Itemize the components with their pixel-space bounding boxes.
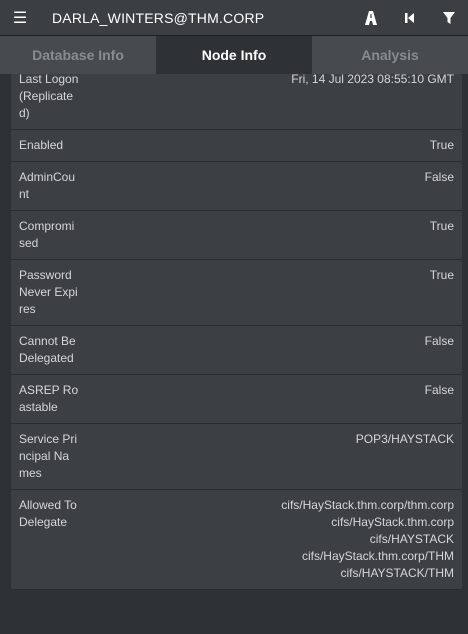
- property-label: Password Never Expires: [19, 268, 78, 316]
- property-value: True: [79, 218, 454, 235]
- property-label: Cannot Be Delegated: [19, 334, 76, 365]
- pathfinding-button[interactable]: [351, 0, 390, 35]
- node-search-input[interactable]: DARLA_WINTERS@THM.CORP: [40, 10, 351, 26]
- node-info-panel[interactable]: Last Logon (Replicated) Fri, 14 Jul 2023 …: [0, 74, 468, 634]
- property-label: ASREP Roastable: [19, 383, 79, 414]
- property-value-line: False: [424, 334, 454, 348]
- filter-icon: [442, 11, 455, 24]
- property-value-line: cifs/HayStack.thm.corp/thm.corp: [281, 498, 454, 512]
- property-row: Password Never Expires True: [11, 260, 462, 326]
- property-value-line: cifs/HayStack.thm.corp: [331, 515, 454, 529]
- property-value-line: cifs/HAYSTACK: [369, 532, 454, 546]
- property-label: Service Principal Names: [19, 432, 78, 480]
- property-value: True: [79, 137, 454, 154]
- property-row: Compromised True: [11, 211, 462, 260]
- property-value-line: True: [429, 268, 454, 282]
- property-row: Cannot Be Delegated False: [11, 326, 462, 375]
- tab-node-info[interactable]: Node Info: [156, 36, 312, 74]
- property-value-line: cifs/HAYSTACK/THM: [340, 566, 454, 580]
- menu-button[interactable]: ☰: [0, 0, 40, 35]
- property-value-line: True: [429, 219, 454, 233]
- property-label: AdminCount: [19, 170, 76, 201]
- property-value-line: POP3/HAYSTACK: [355, 432, 454, 446]
- property-value: Fri, 14 Jul 2023 08:55:10 GMT: [79, 74, 454, 88]
- tab-bar: Database Info Node Info Analysis: [0, 36, 468, 74]
- property-value-line: False: [424, 383, 454, 397]
- top-bar: ☰ DARLA_WINTERS@THM.CORP: [0, 0, 468, 36]
- back-icon: [404, 12, 414, 23]
- property-value: cifs/HayStack.thm.corp/thm.corp cifs/HayS…: [79, 497, 454, 582]
- back-button[interactable]: [390, 0, 429, 35]
- property-label: Enabled: [19, 138, 64, 152]
- pathfinding-icon: [364, 10, 377, 25]
- property-value: True: [79, 267, 454, 284]
- property-value: False: [79, 333, 454, 350]
- property-value: False: [79, 169, 454, 186]
- property-value-line: Fri, 14 Jul 2023 08:55:10 GMT: [291, 74, 454, 86]
- property-row: ASREP Roastable False: [11, 375, 462, 424]
- property-value-line: True: [429, 138, 454, 152]
- property-label: Compromised: [19, 219, 75, 250]
- property-label: Allowed To Delegate: [19, 498, 77, 529]
- property-row: AdminCount False: [11, 162, 462, 211]
- property-row: Allowed To Delegate cifs/HayStack.thm.cor…: [11, 490, 462, 590]
- tab-database-info[interactable]: Database Info: [0, 36, 156, 74]
- property-row: Enabled True: [11, 130, 462, 162]
- property-value-line: False: [424, 170, 454, 184]
- property-value: False: [79, 382, 454, 399]
- properties-table: Last Logon (Replicated) Fri, 14 Jul 2023 …: [11, 74, 462, 590]
- menu-icon: ☰: [12, 9, 28, 27]
- property-row: Service Principal Names POP3/HAYSTACK: [11, 424, 462, 490]
- property-value: POP3/HAYSTACK: [79, 431, 454, 448]
- property-row: Last Logon (Replicated) Fri, 14 Jul 2023 …: [11, 74, 462, 130]
- filter-button[interactable]: [429, 0, 468, 35]
- property-value-line: cifs/HayStack.thm.corp/THM: [301, 549, 454, 563]
- tab-analysis[interactable]: Analysis: [312, 36, 468, 74]
- property-label: Last Logon (Replicated): [19, 74, 79, 120]
